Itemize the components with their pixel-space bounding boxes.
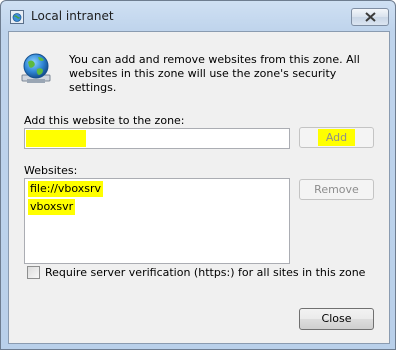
- globe-window-icon: [10, 10, 24, 24]
- zone-description: You can add and remove websites from thi…: [69, 53, 360, 94]
- websites-label: Websites:: [24, 164, 78, 177]
- require-https-checkbox[interactable]: [27, 266, 40, 279]
- window-title: Local intranet: [31, 9, 114, 23]
- highlight-mark: [26, 130, 86, 147]
- add-website-input[interactable]: [24, 128, 290, 149]
- remove-button[interactable]: Remove: [299, 179, 374, 200]
- close-window-button[interactable]: [351, 8, 389, 26]
- dialog-client-area: You can add and remove websites from thi…: [8, 31, 390, 344]
- add-website-label: Add this website to the zone:: [24, 114, 185, 127]
- list-item[interactable]: file://vboxsrv: [28, 181, 104, 197]
- globe-icon: [19, 51, 55, 87]
- title-bar[interactable]: Local intranet: [1, 1, 395, 31]
- add-button-label: Add: [317, 129, 356, 146]
- add-button[interactable]: Add: [299, 127, 374, 148]
- dialog-window: Local intranet You can add and remove we…: [0, 0, 396, 350]
- close-button[interactable]: Close: [299, 308, 374, 330]
- websites-list[interactable]: file://vboxsrv vboxsvr: [24, 178, 290, 264]
- list-item[interactable]: vboxsvr: [28, 199, 76, 215]
- close-icon: [365, 12, 376, 22]
- require-https-label[interactable]: Require server verification (https:) for…: [45, 266, 365, 279]
